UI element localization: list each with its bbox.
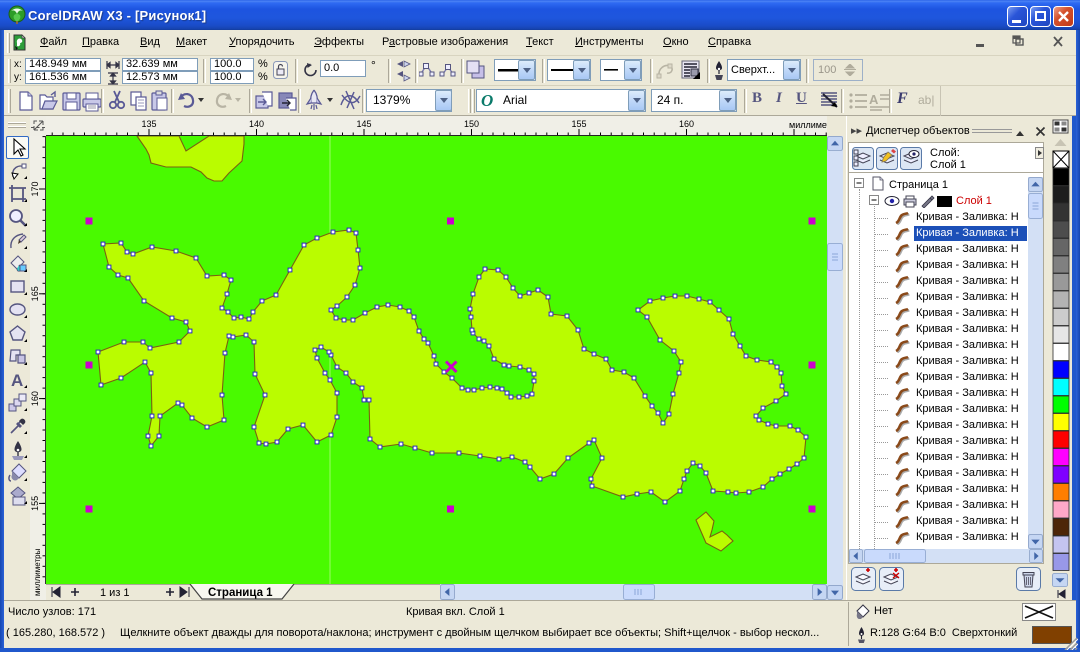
svg-text:145: 145 <box>356 119 371 129</box>
svg-text:A: A <box>11 371 23 390</box>
svg-text:150: 150 <box>464 119 479 129</box>
svg-text:160: 160 <box>679 119 694 129</box>
svg-text:140: 140 <box>249 119 264 129</box>
svg-text:миллиметры: миллиметры <box>789 120 827 130</box>
svg-text:160: 160 <box>30 391 40 406</box>
svg-text:165: 165 <box>30 286 40 301</box>
svg-text:155: 155 <box>571 119 586 129</box>
svg-text:170: 170 <box>30 181 40 196</box>
svg-text:A: A <box>869 92 879 107</box>
svg-text:135: 135 <box>141 119 156 129</box>
svg-text:155: 155 <box>30 496 40 511</box>
svg-text:1 из 1: 1 из 1 <box>100 587 130 598</box>
svg-text:Страница 1: Страница 1 <box>208 587 273 599</box>
